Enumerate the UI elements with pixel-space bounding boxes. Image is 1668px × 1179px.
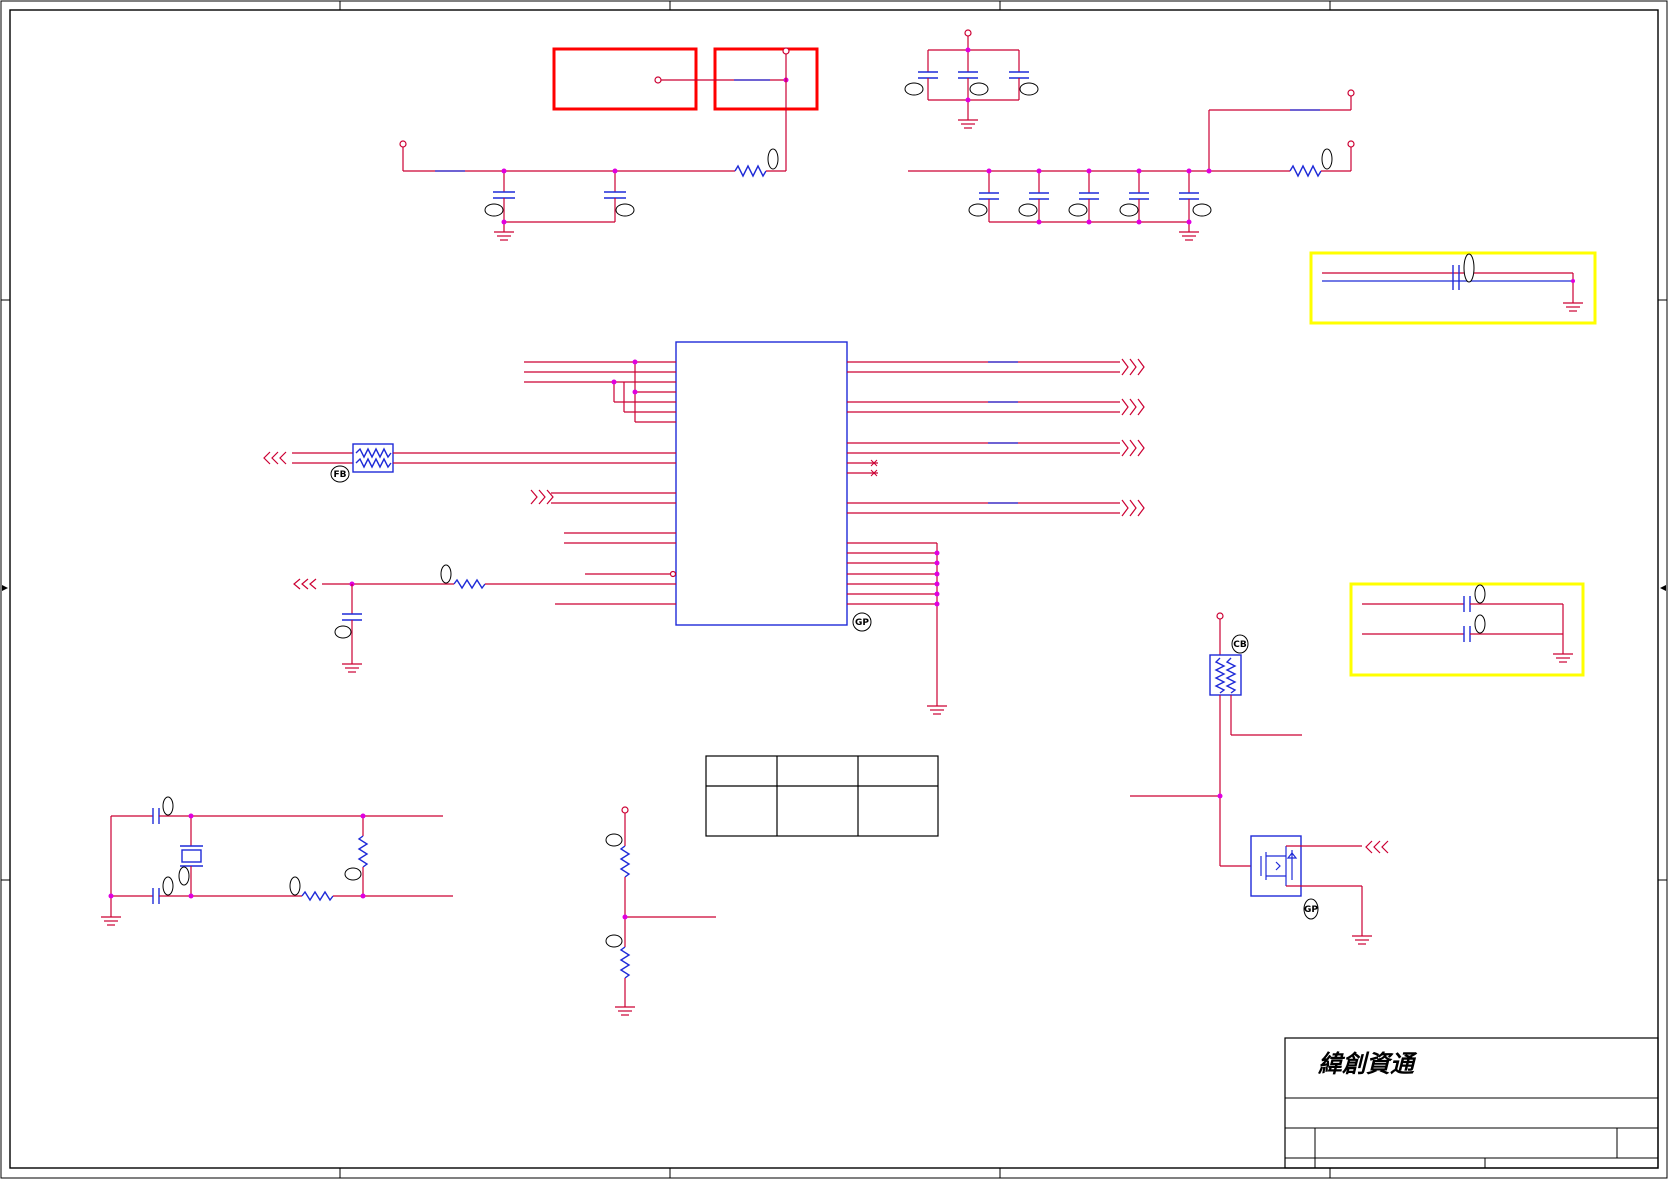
callout-bubble <box>1068 203 1088 217</box>
decoupling-caps-top <box>918 29 1029 129</box>
ground-symbol <box>342 663 362 673</box>
callout-bubble <box>1192 203 1212 217</box>
ground-symbol <box>494 231 514 241</box>
ground-symbol <box>958 119 978 129</box>
callout-bubble <box>904 82 924 96</box>
callout-bubble <box>605 934 623 948</box>
callout-bubble <box>1119 203 1139 217</box>
main-ic-ref: GP <box>855 618 869 628</box>
power-switch-circuit <box>1130 612 1372 945</box>
callout-bubble <box>1474 614 1486 634</box>
callout-bubble <box>289 876 301 896</box>
callout-bubble <box>767 148 779 170</box>
callout-bubble <box>605 833 623 847</box>
yellow-highlight-box-upper <box>1309 251 1597 325</box>
callout-bubble <box>1019 82 1039 96</box>
ground-symbol <box>927 705 947 715</box>
callout-bubble <box>344 867 362 881</box>
callout-bubble <box>968 203 988 217</box>
bead-ref: CB <box>1233 640 1247 650</box>
callout-bubble <box>178 866 190 886</box>
callout-bubble <box>334 625 352 639</box>
callout-bubble-bead: CB <box>1231 634 1249 654</box>
ground-symbol <box>1553 653 1573 663</box>
schematic-sheet: 緯創資通 FB GP CB GP <box>0 0 1668 1179</box>
crystal-oscillator <box>101 808 453 926</box>
mosfet-ref: GP <box>1304 905 1318 915</box>
callout-bubble-mosfet: GP <box>1303 898 1319 920</box>
callout-bubble <box>162 796 174 816</box>
callout-bubble <box>484 203 504 217</box>
voltage-divider <box>615 806 716 1016</box>
ground-symbol <box>1179 231 1199 241</box>
company-name: 緯創資通 <box>1317 1049 1418 1078</box>
callout-bubble <box>969 82 989 96</box>
callout-bubble-ic: GP <box>852 612 872 632</box>
callout-bubble <box>1018 203 1038 217</box>
callout-bubble-ferrite: FB <box>330 465 350 483</box>
title-block: 緯創資通 <box>1284 1037 1659 1169</box>
ferrite-bead-ref: FB <box>333 470 346 480</box>
callout-bubble <box>1321 148 1333 170</box>
red-highlight-boxes <box>552 47 819 171</box>
callout-bubble <box>1474 584 1486 604</box>
reset-rc-network <box>322 578 676 673</box>
ground-symbol <box>101 916 121 926</box>
ferrite-bead <box>352 443 394 473</box>
power-rail-left <box>399 140 786 241</box>
option-table <box>705 755 939 837</box>
ground-symbol <box>1563 302 1583 312</box>
callout-bubble <box>1463 253 1475 283</box>
callout-bubble <box>615 203 635 217</box>
main-ic <box>292 341 1120 715</box>
sheet-border <box>0 0 1668 1179</box>
power-rail-right <box>908 89 1355 241</box>
callout-bubble <box>440 564 452 584</box>
yellow-highlight-box-lower <box>1349 582 1585 677</box>
ground-symbol <box>1352 935 1372 945</box>
callout-bubble <box>162 876 174 896</box>
ground-symbol <box>615 1006 635 1016</box>
